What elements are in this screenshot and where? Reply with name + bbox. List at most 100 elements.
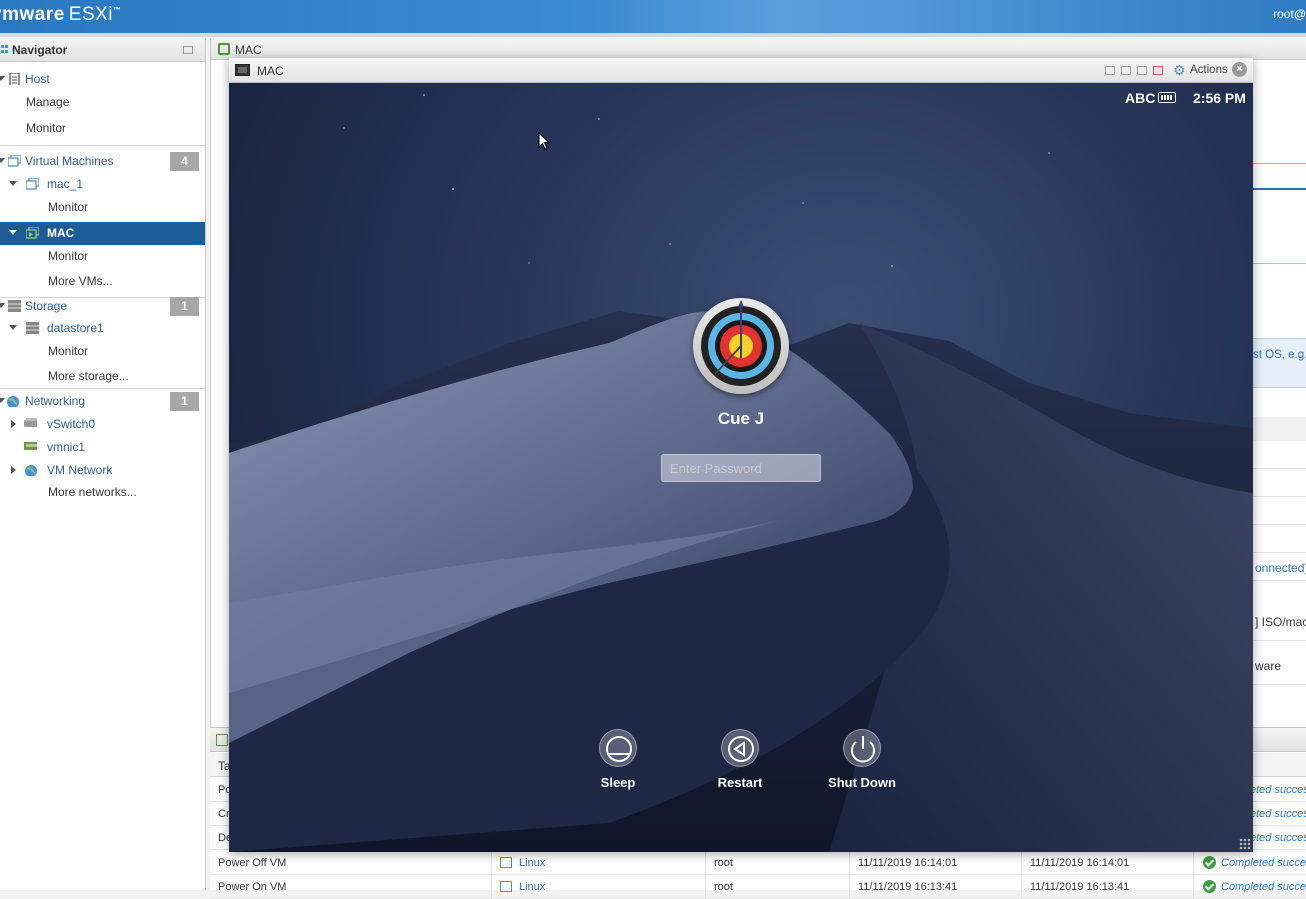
vm-icon — [218, 43, 230, 55]
chevron-down-icon[interactable] — [0, 158, 5, 163]
nav-datastore1[interactable]: datastore1 — [0, 317, 205, 340]
detail-row: ware — [1253, 641, 1306, 685]
task-target-link[interactable]: Linux — [519, 881, 545, 893]
chevron-right-icon[interactable] — [11, 420, 16, 428]
task-target-link[interactable]: Linux — [519, 857, 545, 869]
nav-mac-monitor[interactable]: Monitor — [0, 245, 205, 268]
mouse-cursor-icon — [538, 132, 550, 150]
vm-icon — [26, 178, 39, 190]
nav-vswitch0[interactable]: vSwitch0 — [0, 413, 205, 436]
nav-vmnic-label: vmnic1 — [47, 440, 86, 454]
restore-icon[interactable] — [1121, 66, 1131, 75]
console-title-bar[interactable]: MAC ⚙ Actions × — [229, 58, 1253, 83]
column-divider — [705, 875, 706, 899]
shut-down-button[interactable]: Shut Down — [812, 729, 912, 790]
chevron-down-icon[interactable] — [9, 230, 17, 235]
column-divider — [705, 851, 706, 875]
nav-more-vms-label: More VMs... — [48, 274, 113, 288]
sleep-button[interactable]: Sleep — [568, 729, 668, 790]
navigator-header: Navigator — [0, 38, 205, 62]
nav-more-vms[interactable]: More VMs... — [0, 270, 205, 293]
nav-vm-mac1[interactable]: mac_1 — [0, 173, 205, 196]
target-avatar-icon — [701, 300, 781, 386]
table-row[interactable]: Power Off VM Linux root 11/11/2019 16:14… — [210, 851, 1306, 875]
restart-label: Restart — [717, 775, 763, 790]
vm-console-window[interactable]: MAC ⚙ Actions × ABC 2:56 PM Cue J Sleep … — [229, 58, 1253, 852]
column-divider — [491, 851, 492, 875]
chevron-down-icon[interactable] — [0, 398, 5, 403]
task-started: 11/11/2019 16:13:41 — [1030, 881, 1130, 893]
keyboard-layout-icon[interactable] — [1153, 66, 1163, 75]
nav-monitor-label: Monitor — [26, 121, 67, 135]
maximize-icon[interactable] — [1137, 66, 1147, 75]
login-user-name: Cue J — [717, 409, 765, 428]
detail-row[interactable]: onnected) — [1253, 553, 1306, 581]
navigator-icon — [1, 45, 8, 54]
network-card-icon — [24, 442, 37, 450]
nav-vmnic1[interactable]: vmnic1 — [0, 436, 205, 459]
restart-icon — [721, 729, 759, 767]
navigator-title: Navigator — [12, 43, 68, 57]
chart-line — [1253, 188, 1306, 190]
task-name: Power Off VM — [218, 857, 287, 869]
detail-row: ] ISO/mac — [1253, 581, 1306, 641]
chevron-down-icon[interactable] — [9, 181, 17, 186]
tasks-icon — [216, 734, 228, 746]
column-divider — [491, 875, 492, 899]
minimize-icon[interactable] — [1105, 66, 1115, 75]
nav-monitor-label: Monitor — [48, 344, 89, 358]
chevron-right-icon[interactable] — [11, 466, 16, 474]
table-row[interactable]: Power On VM Linux root 11/11/2019 16:13:… — [210, 875, 1306, 899]
actions-button[interactable]: Actions — [1190, 64, 1228, 76]
nav-manage-label: Manage — [26, 95, 70, 109]
gear-icon[interactable]: ⚙ — [1173, 63, 1187, 77]
restart-button[interactable]: Restart — [690, 729, 790, 790]
task-result: eted succes — [1250, 832, 1306, 844]
resize-handle[interactable] — [1239, 838, 1251, 850]
nav-host-monitor[interactable]: Monitor — [0, 117, 205, 140]
nav-more-networks[interactable]: More networks... — [0, 481, 205, 504]
sleep-icon — [599, 729, 637, 767]
detail-value: ware — [1255, 659, 1282, 673]
column-divider — [1021, 875, 1022, 899]
nav-vm-network[interactable]: VM Network — [0, 459, 205, 482]
nav-datastore-monitor[interactable]: Monitor — [0, 340, 205, 363]
keyboard-icon[interactable] — [1158, 92, 1176, 103]
nav-storage-label: Storage — [25, 299, 68, 313]
task-result: Completed succes — [1221, 857, 1306, 869]
task-queued: 11/11/2019 16:14:01 — [858, 857, 958, 869]
user-menu[interactable]: root@ — [1273, 7, 1306, 21]
nav-host[interactable]: Host — [0, 68, 205, 91]
nav-host-manage[interactable]: Manage — [0, 91, 205, 114]
chevron-down-icon[interactable] — [9, 325, 17, 330]
top-bar: vmwareESXi™ root@ — [0, 0, 1306, 33]
password-input[interactable] — [661, 454, 821, 482]
storage-icon — [8, 300, 21, 312]
task-result: eted succes — [1250, 784, 1306, 796]
nav-storage[interactable]: Storage 1 — [0, 295, 205, 318]
column-divider — [1193, 875, 1194, 899]
chevron-down-icon[interactable] — [0, 76, 5, 81]
vswitch-icon — [24, 418, 37, 427]
virtual-machines-icon — [8, 155, 21, 167]
close-icon[interactable]: × — [1232, 62, 1247, 77]
vmware-esxi-logo: vmwareESXi™ — [0, 4, 122, 25]
nav-more-storage[interactable]: More storage... — [0, 365, 205, 388]
shut-down-label: Shut Down — [828, 775, 896, 790]
nav-monitor-label: Monitor — [48, 200, 89, 214]
info-note-text: st OS, e.g. — [1253, 349, 1306, 361]
nav-vm-network-label: VM Network — [47, 463, 113, 477]
nav-networking[interactable]: Networking 1 — [0, 390, 205, 413]
task-initiator: root — [714, 881, 733, 893]
guest-screen[interactable]: ABC 2:56 PM Cue J Sleep Restart Shut Dow… — [229, 83, 1253, 852]
nav-virtual-machines[interactable]: Virtual Machines 4 — [0, 150, 205, 173]
clock-time: 2:56 PM — [1193, 90, 1246, 106]
chevron-down-icon[interactable] — [0, 303, 5, 308]
nav-mac1-monitor[interactable]: Monitor — [0, 196, 205, 219]
input-source-label[interactable]: ABC — [1125, 90, 1155, 106]
task-started: 11/11/2019 16:14:01 — [1030, 857, 1130, 869]
column-divider — [1021, 851, 1022, 875]
collapse-icon[interactable] — [183, 46, 193, 54]
nav-vm-mac[interactable]: MAC — [0, 222, 205, 245]
column-divider — [1193, 851, 1194, 875]
